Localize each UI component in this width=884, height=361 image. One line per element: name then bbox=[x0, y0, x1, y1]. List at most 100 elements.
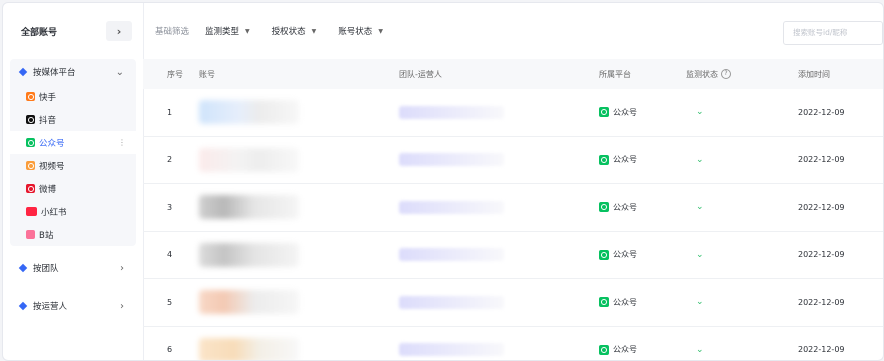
auth-status-dropdown[interactable]: 授权状态 ▼ bbox=[272, 25, 317, 37]
row-account bbox=[199, 195, 399, 220]
sidebar-item-kuaishou[interactable]: 快手 bbox=[10, 85, 136, 108]
monitor-status-icon: ⌄ bbox=[696, 344, 704, 355]
row-monitor: ⌄ bbox=[686, 250, 798, 260]
row-no: 4 bbox=[167, 250, 173, 260]
wechat-official-icon bbox=[599, 344, 609, 355]
row-monitor: ⌄ bbox=[686, 202, 798, 212]
filter-label: 基础筛选 bbox=[155, 27, 190, 37]
sidebar-item-shipinhao[interactable]: 视频号 bbox=[10, 154, 136, 177]
sidebar-item-label: 微博 bbox=[39, 184, 57, 195]
sidebar-item-label: 抖音 bbox=[39, 115, 57, 126]
account-avatar-blur bbox=[199, 242, 299, 267]
sidebar-header[interactable]: 全部账号 › bbox=[3, 3, 143, 59]
caret-down-icon: ▼ bbox=[378, 27, 383, 35]
row-no: 2 bbox=[167, 155, 173, 165]
app-window: 全部账号 › 按媒体平台 ⌄ 快手 抖音 公众号 ⋮ 视频号 微博 小红书 B站… bbox=[2, 2, 884, 361]
row-monitor: ⌄ bbox=[686, 155, 798, 165]
account-avatar-blur bbox=[199, 100, 299, 125]
row-no: 1 bbox=[167, 107, 173, 117]
chevron-right-icon[interactable]: › bbox=[120, 263, 124, 274]
team-blur bbox=[399, 295, 504, 309]
row-no: 6 bbox=[167, 345, 173, 355]
platform-label: 公众号 bbox=[613, 345, 637, 355]
table-row[interactable]: 3 公众号 ⌄ 2022-12-09 bbox=[143, 184, 883, 232]
platform-label: 公众号 bbox=[613, 250, 637, 260]
search-input[interactable] bbox=[791, 27, 883, 38]
diamond-icon bbox=[18, 263, 28, 273]
sidebar-group-label: 按团队 bbox=[33, 264, 59, 274]
row-monitor: ⌄ bbox=[686, 297, 798, 307]
table-row[interactable]: 5 公众号 ⌄ 2022-12-09 bbox=[143, 279, 883, 327]
sidebar-title: 全部账号 bbox=[21, 27, 58, 38]
row-team bbox=[399, 153, 599, 167]
caret-down-icon: ▼ bbox=[245, 27, 250, 35]
table-row[interactable]: 6 公众号 ⌄ 2022-12-09 bbox=[143, 327, 883, 360]
sidebar-group-label: 按运营人 bbox=[33, 302, 68, 312]
wechat-official-icon bbox=[599, 297, 609, 308]
sidebar-group-operator[interactable]: 按运营人 › bbox=[10, 290, 136, 322]
team-blur bbox=[399, 105, 504, 119]
row-added: 2022-12-09 bbox=[798, 107, 845, 117]
wechat-official-icon bbox=[599, 249, 609, 260]
account-avatar-blur bbox=[199, 337, 299, 360]
platform-label: 公众号 bbox=[613, 202, 637, 212]
chevron-down-icon[interactable]: ⌄ bbox=[116, 67, 124, 78]
sidebar-group-team[interactable]: 按团队 › bbox=[10, 252, 136, 284]
row-account bbox=[199, 290, 399, 315]
monitor-status-icon: ⌄ bbox=[696, 107, 704, 118]
table-row[interactable]: 1 公众号 ⌄ 2022-12-09 bbox=[143, 89, 883, 137]
sidebar-group-media: 按媒体平台 ⌄ 快手 抖音 公众号 ⋮ 视频号 微博 小红书 B站 bbox=[10, 59, 136, 246]
row-platform: 公众号 bbox=[599, 107, 686, 118]
row-added: 2022-12-09 bbox=[798, 297, 845, 307]
sidebar-item-weibo[interactable]: 微博 bbox=[10, 177, 136, 200]
platform-label: 公众号 bbox=[613, 107, 637, 117]
row-account bbox=[199, 242, 399, 267]
row-added: 2022-12-09 bbox=[798, 250, 845, 260]
table-row[interactable]: 4 公众号 ⌄ 2022-12-09 bbox=[143, 232, 883, 279]
account-status-dropdown[interactable]: 账号状态 ▼ bbox=[338, 25, 383, 37]
more-icon[interactable]: ⋮ bbox=[118, 138, 126, 147]
table-row[interactable]: 2 公众号 ⌄ 2022-12-09 bbox=[143, 137, 883, 184]
sidebar-group-label: 按媒体平台 bbox=[33, 68, 76, 78]
chevron-right-icon[interactable]: › bbox=[106, 21, 132, 41]
team-blur bbox=[399, 343, 504, 357]
row-team bbox=[399, 200, 599, 214]
row-team bbox=[399, 248, 599, 262]
kuaishou-icon bbox=[26, 92, 35, 101]
chevron-right-icon[interactable]: › bbox=[120, 301, 124, 312]
row-team bbox=[399, 295, 599, 309]
row-platform: 公众号 bbox=[599, 344, 686, 355]
header-team: 团队-运营人 bbox=[399, 69, 442, 79]
row-platform: 公众号 bbox=[599, 249, 686, 260]
header-account: 账号 bbox=[199, 69, 215, 79]
monitor-type-dropdown[interactable]: 监测类型 ▼ bbox=[205, 25, 250, 37]
weibo-icon bbox=[26, 184, 35, 193]
bilibili-icon bbox=[26, 230, 35, 239]
account-avatar-blur bbox=[199, 290, 299, 315]
search-box[interactable] bbox=[783, 21, 883, 45]
sidebar: 全部账号 › 按媒体平台 ⌄ 快手 抖音 公众号 ⋮ 视频号 微博 小红书 B站… bbox=[3, 3, 144, 360]
row-monitor: ⌄ bbox=[686, 345, 798, 355]
row-platform: 公众号 bbox=[599, 202, 686, 213]
team-blur bbox=[399, 200, 504, 214]
sidebar-item-label: 小红书 bbox=[41, 207, 67, 218]
accounts-table: 序号 账号 团队-运营人 所属平台 监测状态 ? 添加时间 1 公众号 ⌄ 20… bbox=[143, 59, 883, 360]
sidebar-group-media-header[interactable]: 按媒体平台 ⌄ bbox=[10, 59, 136, 85]
wechat-official-icon bbox=[26, 138, 35, 147]
sidebar-item-xiaohongshu[interactable]: 小红书 bbox=[10, 200, 136, 223]
caret-down-icon: ▼ bbox=[311, 27, 317, 35]
sidebar-item-label: 公众号 bbox=[39, 138, 65, 149]
wechat-official-icon bbox=[599, 202, 609, 213]
channels-icon bbox=[26, 161, 35, 170]
dropdown-label: 监测类型 bbox=[205, 27, 240, 37]
monitor-status-icon: ⌄ bbox=[696, 154, 704, 165]
dropdown-label: 授权状态 bbox=[271, 27, 306, 37]
platform-label: 公众号 bbox=[613, 155, 637, 165]
sidebar-item-gongzhonghao[interactable]: 公众号 ⋮ bbox=[10, 131, 136, 154]
monitor-status-icon: ⌄ bbox=[696, 249, 704, 260]
help-icon[interactable]: ? bbox=[721, 69, 731, 79]
sidebar-item-bilibili[interactable]: B站 bbox=[10, 223, 136, 246]
sidebar-item-douyin[interactable]: 抖音 bbox=[10, 108, 136, 131]
table-header: 序号 账号 团队-运营人 所属平台 监测状态 ? 添加时间 bbox=[143, 59, 883, 89]
header-monitor-label: 监测状态 bbox=[686, 69, 718, 79]
